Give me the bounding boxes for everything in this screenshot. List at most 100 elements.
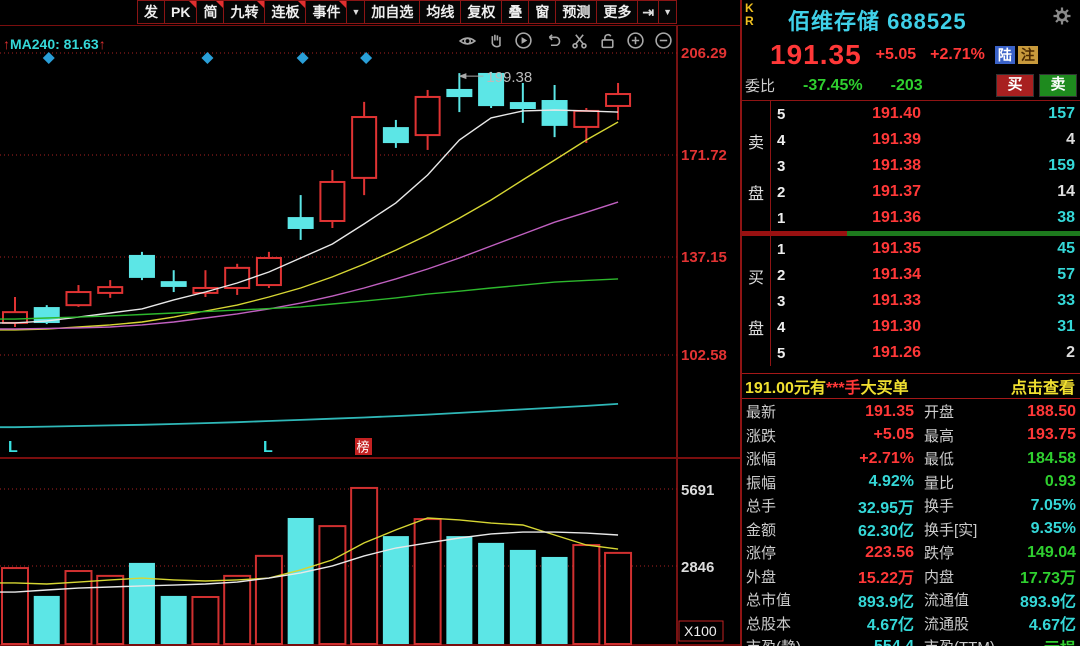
level-price: 191.26	[803, 344, 921, 362]
cut-icon[interactable]	[570, 31, 589, 50]
volume-bar	[605, 553, 631, 644]
toolbar-button-均线[interactable]: 均线	[419, 0, 461, 24]
big-order-notice[interactable]: 191.00元有 ***手 大买单点击查看	[742, 373, 1080, 399]
stat-row: 总市值893.9亿流通值893.9亿	[742, 588, 1080, 612]
volume-bar	[319, 526, 345, 644]
level-index: 4	[771, 132, 803, 149]
stat-value: 893.9亿	[1002, 588, 1080, 612]
stat-row: 市盈(静)554.4市盈(TTM)亏损	[742, 635, 1080, 646]
level-index: 4	[771, 319, 803, 336]
stat-row: 振幅4.92%量比0.93	[742, 471, 1080, 495]
drag-hand-icon[interactable]	[486, 31, 505, 50]
toolbar-button-复权[interactable]: 复权	[460, 0, 502, 24]
stat-value: 15.22万	[822, 564, 914, 588]
order-level-row[interactable]: 1191.3545	[771, 236, 1080, 262]
stat-label: 总手	[742, 495, 822, 516]
toolbar-button-发[interactable]: 发	[137, 0, 165, 24]
toolbar-button-窗[interactable]: 窗	[528, 0, 556, 24]
stat-row: 总手32.95万换手7.05%	[742, 494, 1080, 518]
toolbar-button-更多[interactable]: 更多	[596, 0, 638, 24]
toolbar-button-预测[interactable]: 预测	[555, 0, 597, 24]
quote-header: K R 佰维存储 688525	[742, 0, 1080, 38]
level-index: 2	[771, 184, 803, 201]
weibi-label: 委比	[745, 75, 775, 96]
volume-bar	[34, 596, 60, 644]
quote-panel: K R 佰维存储 688525 191.35 +5.05 +2.71% 陆 注 …	[740, 0, 1080, 646]
level-volume: 14	[921, 183, 1080, 201]
stat-value: 184.58	[1002, 450, 1080, 468]
collapse-right-icon[interactable]: ⇥	[637, 0, 659, 24]
order-level-row[interactable]: 3191.3333	[771, 288, 1080, 314]
toolbar-caret-button[interactable]: ▼	[346, 0, 365, 24]
r-button[interactable]: R	[745, 15, 754, 28]
candle-body	[384, 128, 408, 142]
order-level-row[interactable]: 2191.3714	[771, 179, 1080, 205]
stat-label: 外盘	[742, 566, 822, 587]
order-level-row[interactable]: 3191.38159	[771, 153, 1080, 179]
stock-title: 佰维存储 688525	[788, 4, 967, 36]
ma-line-cyan240	[0, 404, 618, 427]
buy-button[interactable]: 买	[996, 74, 1034, 97]
order-level-row[interactable]: 2191.3457	[771, 262, 1080, 288]
toolbar-button-事件[interactable]: 事件	[305, 0, 347, 24]
badge-lu[interactable]: 陆	[995, 46, 1015, 64]
toolbar-button-PK[interactable]: PK	[164, 0, 197, 24]
zoom-in-icon[interactable]	[626, 31, 645, 50]
stat-label: 最新	[742, 401, 822, 422]
stat-label: 最低	[914, 448, 1002, 469]
bang-badge[interactable]: 榜	[357, 440, 370, 455]
last-price: 191.35	[770, 39, 862, 71]
order-level-row[interactable]: 1191.3638	[771, 205, 1080, 231]
toolbar-button-叠[interactable]: 叠	[501, 0, 529, 24]
candle-body	[606, 94, 630, 106]
kline-chart[interactable]: 206.29171.72137.15102.5856912846X100199.…	[0, 0, 740, 646]
level-price: 191.37	[803, 183, 921, 201]
badge-note[interactable]: 注	[1018, 46, 1038, 64]
toolbar-button-九转[interactable]: 九转	[223, 0, 265, 24]
stock-name: 佰维存储	[788, 9, 880, 34]
level-index: 1	[771, 210, 803, 227]
volume-bar	[415, 519, 441, 644]
stat-value: 893.9亿	[822, 588, 914, 612]
sell-button[interactable]: 卖	[1039, 74, 1077, 97]
stat-value: +2.71%	[822, 450, 914, 468]
toolbar-button-连板[interactable]: 连板	[264, 0, 306, 24]
stat-label: 市盈(TTM)	[914, 636, 1002, 646]
stat-value: 0.93	[1002, 473, 1080, 491]
event-diamond-marker	[360, 52, 372, 64]
settings-gear-icon[interactable]	[1052, 6, 1072, 26]
unlock-icon[interactable]	[598, 31, 617, 50]
volume-unit-label: X100	[684, 623, 717, 639]
candle-body	[574, 111, 598, 127]
stat-label: 市盈(静)	[742, 636, 822, 646]
stat-value: 4.67亿	[822, 611, 914, 635]
stat-label: 振幅	[742, 472, 822, 493]
eye-icon[interactable]	[458, 31, 477, 50]
volume-bar	[383, 536, 409, 644]
candle-body	[3, 312, 27, 323]
stat-row: 涨停223.56跌停149.04	[742, 541, 1080, 565]
notice-text: 大买单	[861, 374, 909, 398]
order-level-row[interactable]: 4191.394	[771, 127, 1080, 153]
stock-code: 688525	[887, 9, 966, 34]
order-level-row[interactable]: 4191.3031	[771, 314, 1080, 340]
candle-body	[543, 101, 567, 125]
stat-label: 流通值	[914, 589, 1002, 610]
volume-bar	[256, 556, 282, 644]
candle-body	[66, 292, 90, 305]
order-level-row[interactable]: 5191.40157	[771, 101, 1080, 127]
toolbar-button-加自选[interactable]: 加自选	[364, 0, 420, 24]
toolbar-button-简[interactable]: 简	[196, 0, 224, 24]
notice-text: ***手	[826, 374, 861, 398]
zoom-out-icon[interactable]	[654, 31, 673, 50]
undo-icon[interactable]	[542, 31, 561, 50]
event-diamond-marker	[297, 52, 309, 64]
stat-row: 涨跌+5.05最高193.75	[742, 424, 1080, 448]
stat-value: 7.05%	[1002, 497, 1080, 515]
caret-down-icon[interactable]: ▼	[658, 0, 677, 24]
order-level-row[interactable]: 5191.262	[771, 340, 1080, 366]
weibi-row: 委比 -37.45% -203 买 卖	[742, 72, 1080, 99]
stat-value: 193.75	[1002, 426, 1080, 444]
replay-icon[interactable]	[514, 31, 533, 50]
kr-buttons: K R	[745, 2, 754, 28]
